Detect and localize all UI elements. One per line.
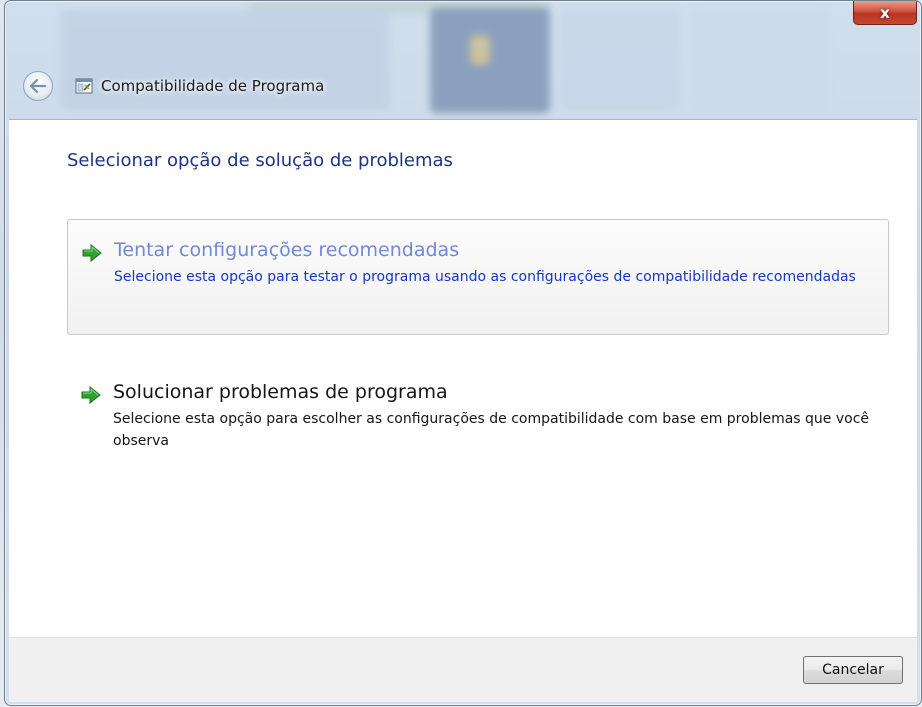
page-heading: Selecionar opção de solução de problemas: [67, 150, 453, 171]
close-icon: x: [880, 3, 890, 22]
option-title: Solucionar problemas de programa: [113, 381, 448, 403]
option-troubleshoot-program[interactable]: Solucionar problemas de programa Selecio…: [67, 362, 889, 462]
option-description: Selecione esta opção para escolher as co…: [113, 411, 870, 449]
close-button[interactable]: x: [853, 1, 917, 25]
back-button[interactable]: [23, 71, 53, 101]
option-title: Tentar configurações recomendadas: [114, 239, 460, 261]
wizard-footer: Cancelar: [9, 637, 917, 702]
option-recommended-settings[interactable]: Tentar configurações recomendadas Seleci…: [67, 219, 889, 335]
option-description: Selecione esta opção para testar o progr…: [114, 269, 856, 285]
title-bar: x Compatibilidade de Programa: [5, 1, 921, 119]
wizard-content: Selecionar opção de solução de problemas…: [9, 119, 917, 638]
green-arrow-icon: [82, 244, 102, 262]
back-arrow-icon: [30, 79, 46, 93]
cancel-button[interactable]: Cancelar: [803, 656, 903, 684]
green-arrow-icon: [81, 386, 101, 404]
compatibility-wizard-window: x Compatibilidade de Programa Selecionar…: [4, 0, 922, 706]
window-title: Compatibilidade de Programa: [101, 77, 325, 95]
program-compatibility-icon: [75, 78, 93, 94]
